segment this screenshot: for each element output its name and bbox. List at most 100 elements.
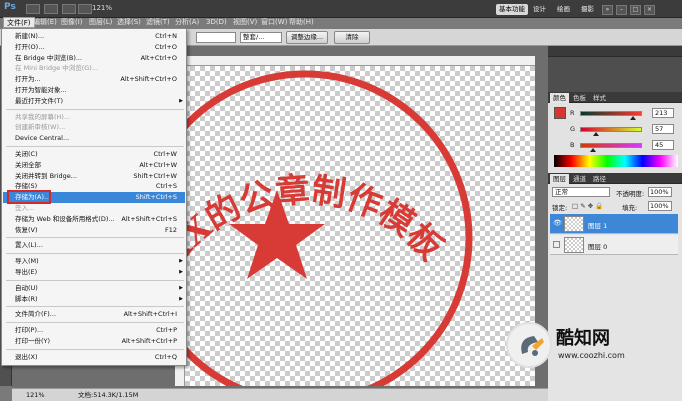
menu-4[interactable]: 选择(S) [114, 17, 144, 28]
status-doc-size: 文档:514.3K/1.15M [78, 391, 139, 399]
menu-item-label: 关闭全部 [15, 160, 41, 169]
menu-10[interactable]: 帮助(H) [286, 17, 317, 28]
workspace-2[interactable]: 摄影 [578, 4, 597, 15]
menu-5[interactable]: 滤镜(T) [143, 17, 173, 28]
file-menu-item[interactable]: 最近打开文件(T) ▶ [3, 96, 185, 107]
file-menu-item[interactable]: Device Central... [3, 133, 185, 144]
menu-3[interactable]: 图层(L) [86, 17, 115, 28]
menu-item-shortcut: Ctrl+Q [154, 352, 177, 361]
menu-item-shortcut: Alt+Shift+Ctrl+S [121, 214, 177, 223]
blue-thumb[interactable] [590, 148, 596, 152]
red-value[interactable]: 213 [652, 108, 674, 118]
file-menu-item: 签入... [3, 203, 185, 214]
tab-color[interactable]: 颜色 [550, 93, 569, 103]
tab-swatches[interactable]: 色板 [570, 93, 589, 103]
blue-value[interactable]: 45 [652, 140, 674, 150]
file-menu-item[interactable]: 存储为 Web 和设备所用格式(D)... Alt+Shift+Ctrl+S [3, 214, 185, 225]
file-menu-item[interactable]: 导出(E) ▶ [3, 267, 185, 278]
file-menu-item[interactable]: 自动(U) ▶ [3, 283, 185, 294]
hand-icon[interactable] [78, 4, 92, 14]
menu-separator [6, 253, 184, 255]
layer-row[interactable]: 图层 0 [550, 235, 678, 255]
green-slider[interactable]: G 57 [570, 124, 674, 136]
green-thumb[interactable] [593, 132, 599, 136]
visibility-eye-icon[interactable]: 👁 [553, 220, 562, 227]
menu-item-label: 新建(N)... [15, 32, 45, 40]
opacity-field[interactable]: 100% [648, 187, 672, 197]
menu-item-label: 打开为... [15, 75, 41, 84]
document-canvas[interactable]: XX的公章制作模板 [185, 66, 535, 386]
view-extras-icon[interactable] [62, 4, 76, 14]
tab-paths[interactable]: 路径 [590, 174, 609, 184]
foreground-swatch[interactable] [554, 107, 566, 119]
file-menu-item[interactable]: 打印(P)... Ctrl+P [3, 325, 185, 336]
layer-row[interactable]: 👁 图层 1 [550, 214, 678, 234]
file-menu-item[interactable]: 打开为智能对象... [3, 85, 185, 96]
file-menu-item[interactable]: 退出(X) Ctrl+Q [3, 352, 185, 363]
file-menu-item: 在 Mini Bridge 中浏览(G)... [3, 63, 185, 74]
menu-item-label: 打印一份(Y) [15, 337, 51, 345]
menu-item-label: 关闭并转到 Bridge... [15, 171, 77, 180]
file-menu-item[interactable]: 导入(M) ▶ [3, 256, 185, 267]
minibridge-icon[interactable] [44, 4, 58, 14]
file-menu-item[interactable]: 脚本(R) ▶ [3, 294, 185, 305]
file-menu-item[interactable]: 文件简介(F)... Alt+Shift+Ctrl+I [3, 309, 185, 320]
file-menu-item[interactable]: 打开(O)... Ctrl+O [3, 42, 185, 53]
tab-layers[interactable]: 图层 [550, 174, 569, 184]
menu-item-shortcut: Alt+Shift+Ctrl+P [121, 337, 177, 345]
workspace-1[interactable]: 绘画 [554, 4, 573, 15]
close-icon[interactable]: × [644, 5, 655, 15]
menu-7[interactable]: 3D(D) [203, 17, 230, 28]
menu-item-shortcut: Ctrl+P [156, 326, 177, 335]
menu-8[interactable]: 视图(V) [230, 17, 260, 28]
green-value[interactable]: 57 [652, 124, 674, 134]
menu-item-shortcut: Ctrl+N [155, 32, 177, 40]
workspace-active[interactable]: 基本功能 [496, 4, 528, 15]
file-menu-item[interactable]: 关闭(C) Ctrl+W [3, 149, 185, 160]
menu-item-label: 自动(U) [15, 283, 38, 292]
fill-field[interactable]: 100% [648, 201, 672, 211]
minimize-icon[interactable]: – [616, 5, 627, 15]
color-spectrum[interactable] [554, 155, 678, 167]
clear-button[interactable]: 清除 [334, 31, 370, 44]
visibility-toggle[interactable] [553, 241, 560, 248]
blue-slider[interactable]: B 45 [570, 140, 674, 152]
file-menu-item[interactable]: 置入(L)... [3, 240, 185, 251]
watermark-title: 酷知网 [556, 328, 610, 349]
bridge-icon[interactable] [26, 4, 40, 14]
tab-channels[interactable]: 通道 [570, 174, 589, 184]
menu-2[interactable]: 图像(I) [58, 17, 86, 28]
file-menu-item[interactable]: 打开为... Alt+Shift+Ctrl+O [3, 74, 185, 85]
style-field[interactable]: 整套/... [240, 32, 282, 43]
file-menu-item[interactable]: 恢复(V) F12 [3, 225, 185, 236]
menu-1[interactable]: 编辑(E) [30, 17, 60, 28]
width-field[interactable] [196, 32, 236, 43]
photoshop-window: Ps 121% 基本功能 设计 绘画 摄影 » – □ × 整套/... 调整边缘... 清除… [0, 0, 682, 401]
zoom-level[interactable]: 121% [92, 4, 112, 12]
red-thumb[interactable] [630, 116, 636, 120]
menu-bar: Ps 121% 基本功能 设计 绘画 摄影 » – □ × [0, 0, 682, 18]
refine-edge-button[interactable]: 调整边缘... [286, 31, 328, 44]
photoshop-logo: Ps [4, 2, 16, 12]
file-menu-item[interactable]: 关闭并转到 Bridge... Shift+Ctrl+W [3, 171, 185, 182]
workspace-0[interactable]: 设计 [530, 4, 549, 15]
blend-mode-select[interactable]: 正常 [552, 187, 610, 197]
menu-separator [6, 108, 184, 110]
expand-icon[interactable]: » [602, 5, 613, 15]
layers-panel-header: 图层 通道 路径 [548, 173, 682, 184]
restore-icon[interactable]: □ [630, 5, 641, 15]
file-menu-item[interactable]: 在 Bridge 中浏览(B)... Alt+Ctrl+O [3, 53, 185, 64]
layer-name: 图层 1 [588, 222, 608, 230]
watermark-logo-icon [506, 322, 552, 368]
menu-item-label: 打印(P)... [15, 326, 44, 335]
lock-icons[interactable]: □ ✎ ✥ 🔒 [572, 202, 603, 210]
status-zoom[interactable]: 121% [26, 389, 45, 401]
red-slider[interactable]: R 213 [570, 108, 674, 120]
menu-6[interactable]: 分析(A) [172, 17, 202, 28]
tab-styles[interactable]: 样式 [590, 93, 609, 103]
menu-item-label: 在 Mini Bridge 中浏览(G)... [15, 64, 99, 73]
file-menu-item[interactable]: 新建(N)... Ctrl+N [3, 31, 185, 42]
file-menu-item[interactable]: 关闭全部 Alt+Ctrl+W [3, 160, 185, 171]
watermark: 酷知网 www.coozhi.com [506, 318, 646, 372]
file-menu-item[interactable]: 打印一份(Y) Alt+Shift+Ctrl+P [3, 336, 185, 347]
